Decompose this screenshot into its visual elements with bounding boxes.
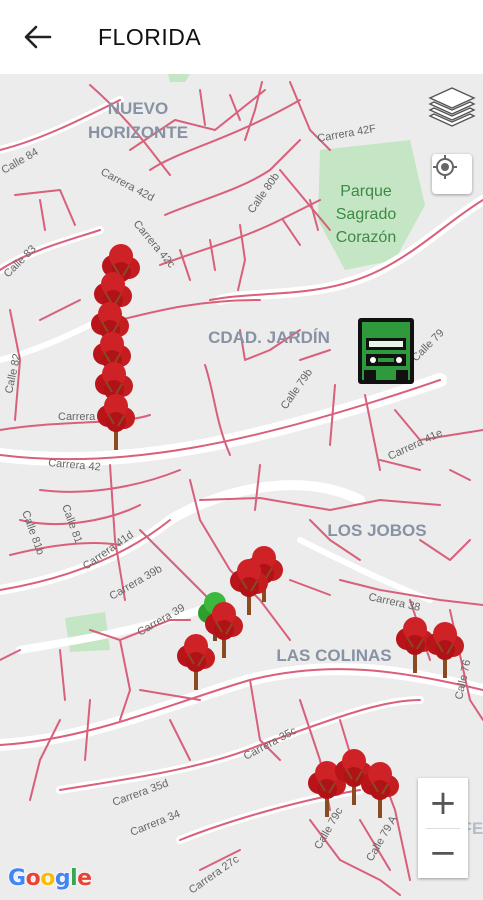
park-label: Sagrado [336,206,397,223]
zoom-divider [426,828,460,829]
street-label: Carrera 42c [131,218,178,271]
park-label: Corazón [336,229,396,246]
street-label: Carrera 42d [99,166,156,204]
street-label: Calle 76 [453,659,473,701]
my-location-button[interactable] [432,154,472,194]
zoom-in-button[interactable]: + [418,778,468,828]
map-canvas[interactable]: NUEVO HORIZONTE CDAD. JARDÍN LOS JOBOS L… [0,74,483,900]
street-label: Calle 80b [246,171,282,216]
street-label: Carrera 42F [316,123,377,145]
neighborhood-label: LAS COLINAS [276,646,391,665]
street-label: Carrera 34 [129,808,182,839]
neighborhood-label: HORIZONTE [88,123,188,142]
arrow-left-icon [24,25,52,49]
street-label: Calle 79b [279,367,315,412]
layers-icon [428,87,476,127]
back-button[interactable] [18,17,58,57]
map-view[interactable]: NUEVO HORIZONTE CDAD. JARDÍN LOS JOBOS L… [0,74,483,900]
neighborhood-label: CDAD. JARDÍN [208,328,330,347]
street-label: Calle 79 [410,327,447,364]
page-title: FLORIDA [98,23,202,50]
neighborhood-label: NUEVO [108,99,168,118]
park-area [168,74,190,82]
street-label: Carrera 39b [108,563,165,603]
neighborhood-label: LOS JOBOS [327,521,426,540]
street-label: Carrera 41e [386,427,444,463]
app-bar: FLORIDA [0,0,483,74]
google-logo[interactable]: Google [8,866,92,891]
street-label: Carrera [58,411,96,423]
street-label: Carrera 27c [187,853,242,896]
street-label: Carrera 35c [242,725,299,763]
zoom-controls: + − [418,778,468,878]
park-label: Parque [340,183,392,200]
zoom-out-button[interactable]: − [418,828,468,878]
street-label: Calle 81b [19,509,46,557]
my-location-icon [433,155,457,179]
layers-button[interactable] [426,82,478,130]
